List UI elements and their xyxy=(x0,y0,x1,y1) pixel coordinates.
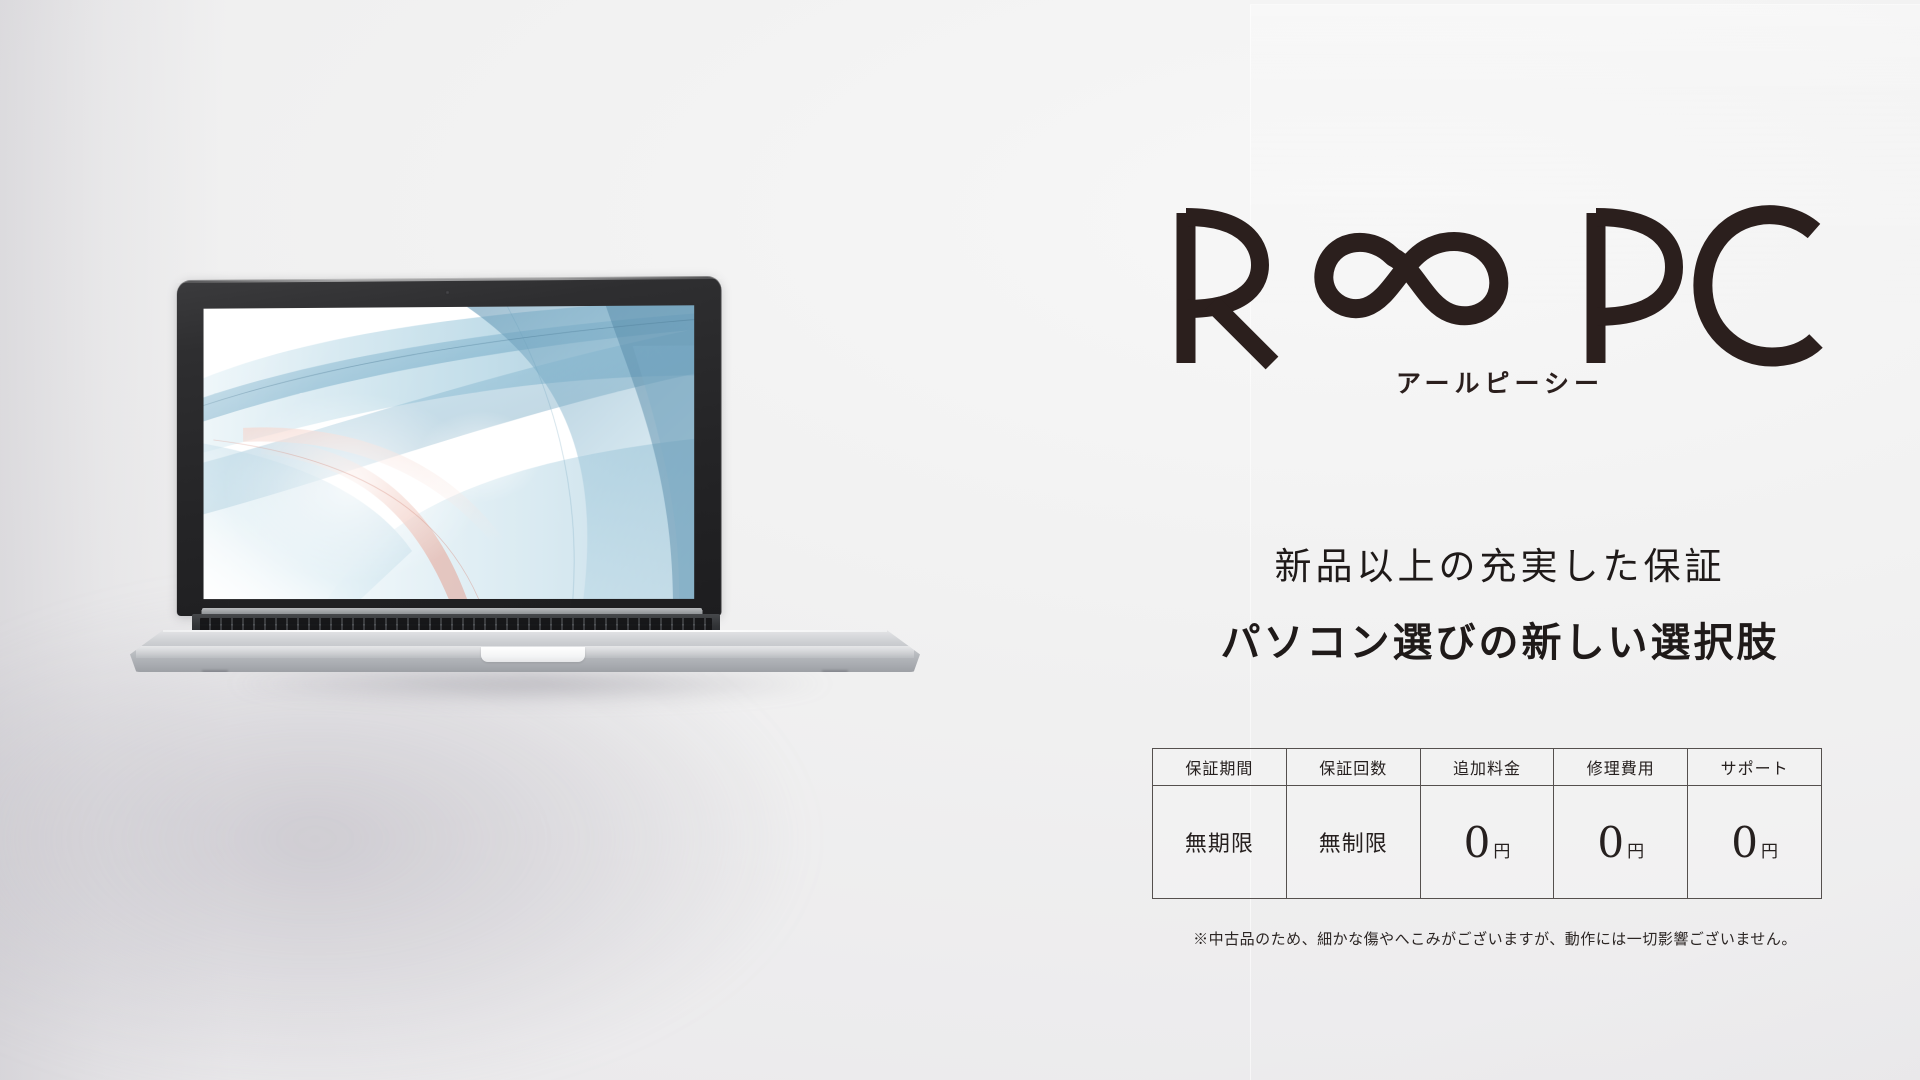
header-warranty-count: 保証回数 xyxy=(1285,748,1421,786)
webcam-icon xyxy=(445,289,450,296)
laptop-drop-shadow xyxy=(150,670,910,716)
warranty-table-wrapper: 保証期間 保証回数 追加料金 修理費用 サポート 無期限 無制限 0円 0 円 … xyxy=(1152,748,1822,899)
cell-extra-fee: 0円 xyxy=(1419,785,1555,899)
laptop-screen xyxy=(203,305,695,600)
header-extra-fee: 追加料金 xyxy=(1419,748,1555,786)
header-warranty-period: 保証期間 xyxy=(1152,748,1287,786)
header-repair-cost: 修理費用 xyxy=(1553,748,1689,786)
repair-cost-number: 0 xyxy=(1597,817,1625,867)
latch-notch xyxy=(481,647,585,662)
tagline: 新品以上の充実した保証 パソコン選びの新しい選択肢 xyxy=(1150,548,1850,663)
base-top-edge xyxy=(163,630,887,632)
content-column: アールピーシー 新品以上の充実した保証 パソコン選びの新しい選択肢 保証期間 保… xyxy=(1150,0,1850,1080)
hero-banner: アールピーシー 新品以上の充実した保証 パソコン選びの新しい選択肢 保証期間 保… xyxy=(0,0,1920,1080)
repair-cost-unit: 円 xyxy=(1627,841,1645,862)
cell-support: 0円 xyxy=(1687,785,1822,899)
header-support: サポート xyxy=(1687,748,1822,786)
laptop-lid xyxy=(176,275,722,616)
cell-warranty-period: 無期限 xyxy=(1152,785,1287,899)
support-number: 0 xyxy=(1731,817,1758,867)
tagline-line-1: 新品以上の充実した保証 xyxy=(1274,545,1726,588)
table-row: 無期限 無制限 0円 0円 0円 xyxy=(1152,785,1822,899)
brand-logo-mark xyxy=(1176,205,1823,370)
wallpaper-abstract xyxy=(203,305,695,600)
brand-logo-reading: アールピーシー xyxy=(1395,369,1604,398)
support-unit: 円 xyxy=(1760,841,1778,862)
extra-fee-unit: 円 xyxy=(1493,841,1511,862)
cell-warranty-count: 無制限 xyxy=(1285,785,1421,899)
tagline-line-2: パソコン選びの新しい選択肢 xyxy=(1220,619,1780,666)
brand-logo xyxy=(1150,205,1850,370)
disclaimer-note: ※中古品のため、細かな傷やへこみがございますが、動作には一切影響ございません。 xyxy=(1193,930,1797,948)
laptop-product-image xyxy=(130,275,920,716)
extra-fee-number: 0 xyxy=(1463,817,1491,867)
table-header-row: 保証期間 保証回数 追加料金 修理費用 サポート xyxy=(1152,748,1822,786)
warranty-table: 保証期間 保証回数 追加料金 修理費用 サポート 無期限 無制限 0円 0 円 … xyxy=(1152,748,1822,899)
laptop-base xyxy=(130,630,920,672)
cell-repair-cost: 0円 xyxy=(1553,785,1689,899)
